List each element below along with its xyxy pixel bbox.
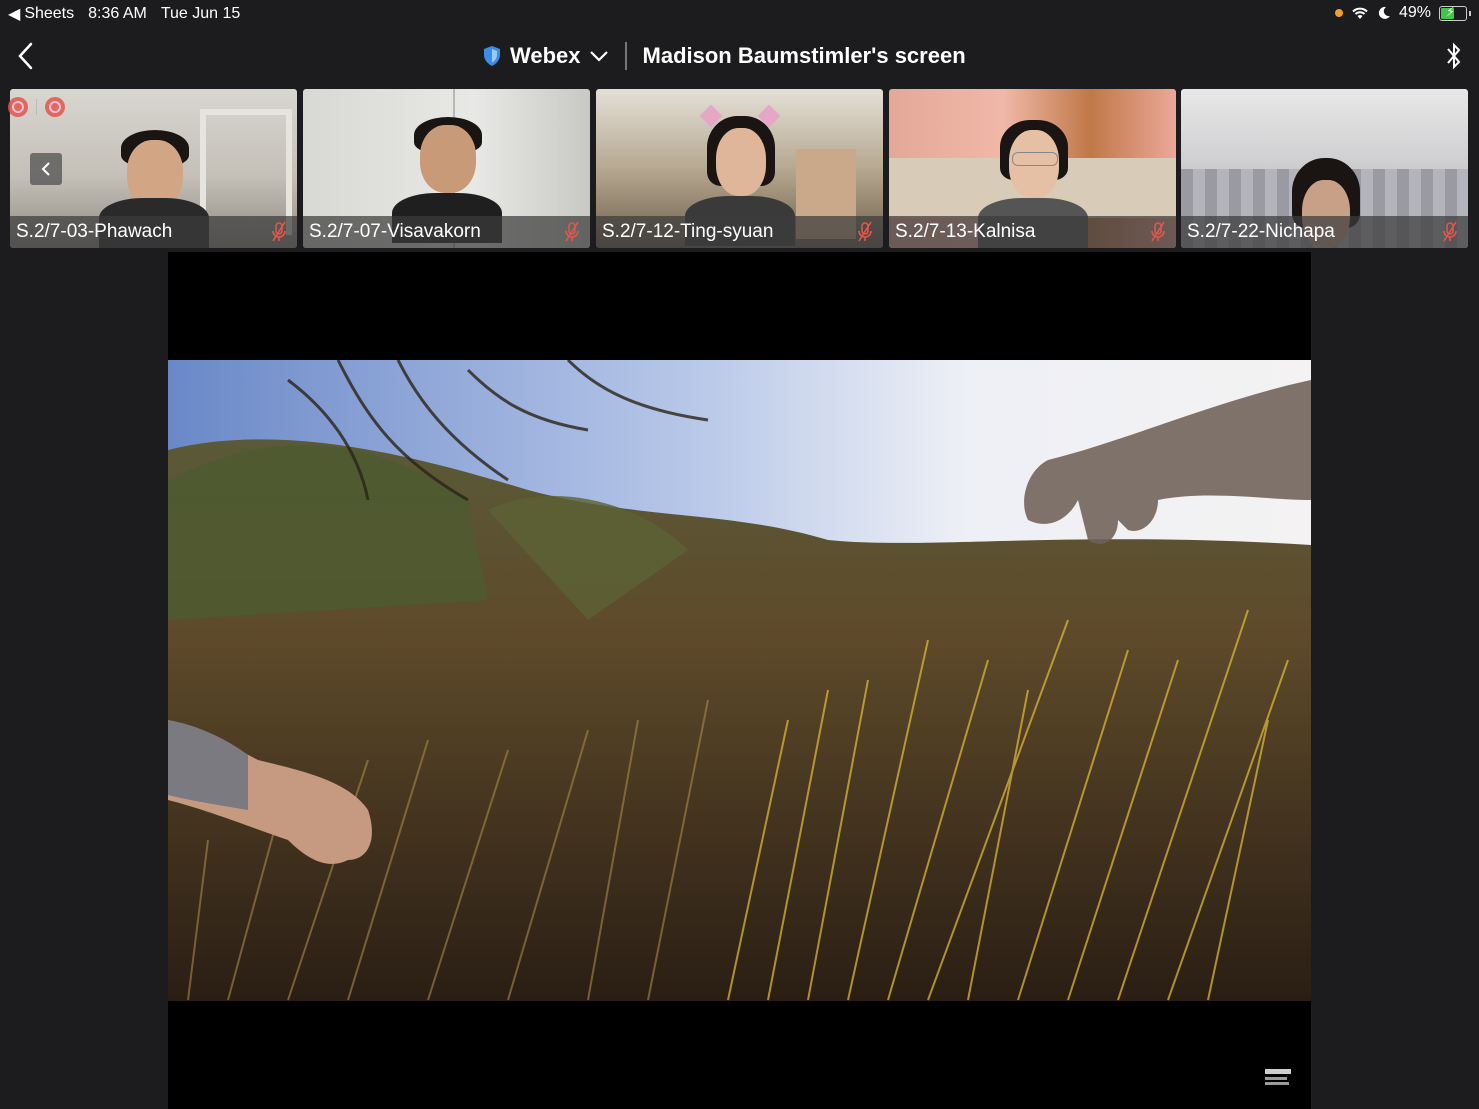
stop-recording-icon[interactable] xyxy=(45,97,65,117)
pause-recording-icon[interactable] xyxy=(8,97,28,117)
bluetooth-icon[interactable] xyxy=(1443,40,1465,72)
back-triangle-icon: ◀ xyxy=(8,6,21,23)
back-app-label: Sheets xyxy=(24,5,75,22)
participant-tile[interactable]: S.2/7-13-Kalnisa xyxy=(889,89,1176,248)
shared-video-frame xyxy=(168,360,1311,1001)
participant-name: S.2/7-22-Nichapa xyxy=(1187,221,1335,242)
mic-muted-icon xyxy=(1151,221,1165,242)
status-bar: ◀ Sheets 8:36 AM Tue Jun 15 49% ⚡ xyxy=(0,0,1479,28)
mic-in-use-indicator xyxy=(1334,9,1343,17)
previous-participants-button[interactable] xyxy=(30,153,62,185)
recording-controls xyxy=(8,97,65,117)
app-name: Webex xyxy=(510,43,581,68)
participant-tile[interactable]: S.2/7-07-Visavakorn xyxy=(303,89,590,248)
participant-name: S.2/7-12-Ting-syuan xyxy=(602,221,774,242)
back-to-app-link[interactable]: ◀ Sheets xyxy=(8,4,74,24)
channel-watermark-icon xyxy=(1265,1069,1291,1085)
status-date: Tue Jun 15 xyxy=(160,5,241,22)
mic-muted-icon xyxy=(1443,221,1457,242)
chevron-left-icon xyxy=(41,162,50,176)
meeting-title: Webex Madison Baumstimler's screen xyxy=(482,42,966,70)
webex-menu-button[interactable]: Webex xyxy=(510,43,609,69)
participant-tile[interactable]: S.2/7-22-Nichapa xyxy=(1181,89,1468,248)
battery-icon: ⚡ xyxy=(1439,4,1467,21)
wifi-icon xyxy=(1352,7,1368,19)
chevron-left-icon[interactable] xyxy=(14,40,38,72)
shared-screen-title: Madison Baumstimler's screen xyxy=(642,43,966,68)
battery-percentage: 49% xyxy=(1398,4,1431,21)
mic-muted-icon xyxy=(272,221,286,242)
participant-strip: S.2/7-03-Phawach S.2/7-07-Visavakorn S.2… xyxy=(0,89,1479,249)
grassland-video-image xyxy=(168,360,1311,1001)
moon-icon xyxy=(1378,6,1390,19)
mic-muted-icon xyxy=(565,221,579,242)
meeting-header: Webex Madison Baumstimler's screen xyxy=(0,30,1479,82)
shared-screen xyxy=(168,252,1311,1109)
participant-tile[interactable]: S.2/7-12-Ting-syuan xyxy=(596,89,883,248)
title-divider xyxy=(624,42,627,70)
participant-name: S.2/7-13-Kalnisa xyxy=(895,221,1036,242)
status-time: 8:36 AM xyxy=(88,5,147,22)
participant-name: S.2/7-07-Visavakorn xyxy=(309,221,481,242)
participant-name: S.2/7-03-Phawach xyxy=(16,221,173,242)
shield-icon xyxy=(484,46,500,66)
chevron-down-icon xyxy=(589,51,608,62)
mic-muted-icon xyxy=(858,221,872,242)
